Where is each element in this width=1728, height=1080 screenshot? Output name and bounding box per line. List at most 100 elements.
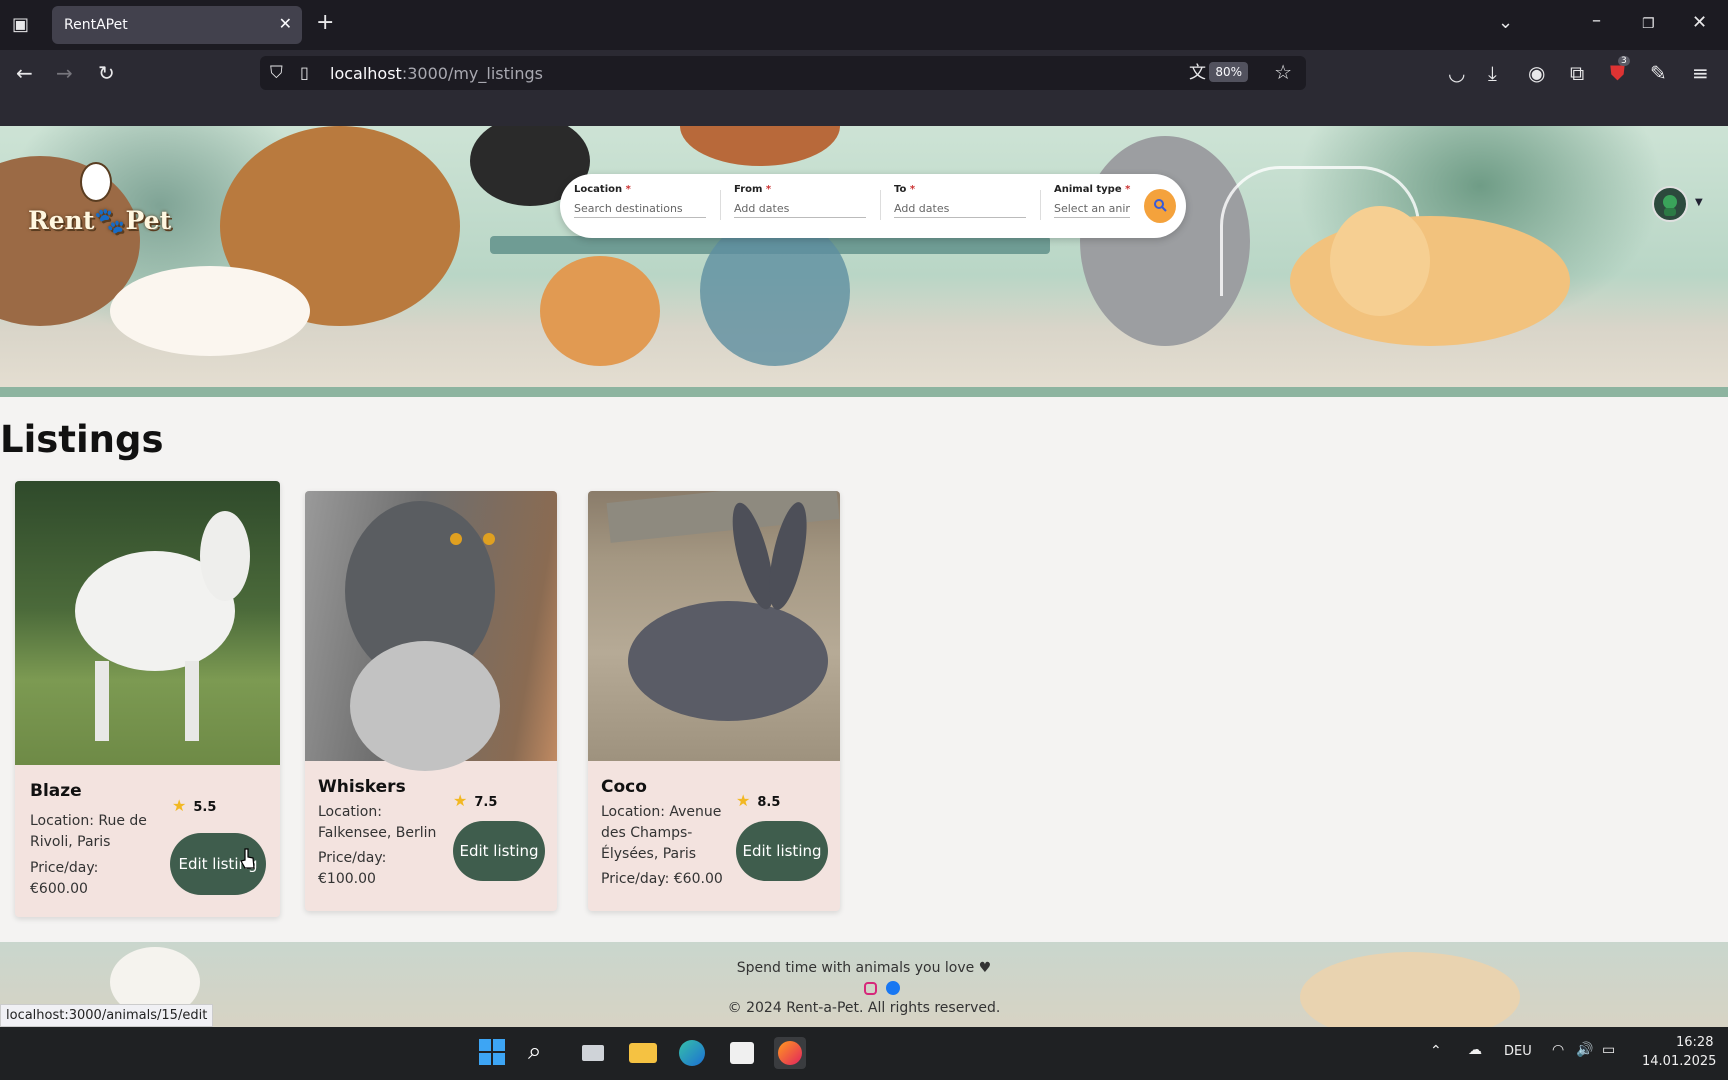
edit-listing-button[interactable]: Edit listing	[736, 821, 828, 881]
task-view-icon[interactable]	[578, 1037, 610, 1069]
back-icon[interactable]: ←	[16, 62, 33, 84]
listing-photo[interactable]	[305, 491, 557, 771]
location-label: Location	[574, 184, 623, 195]
hero-banner: Rent🐾Pet Location * From * To * Animal t…	[0, 126, 1728, 397]
rating-value: 8.5	[757, 795, 781, 810]
search-button[interactable]	[1144, 189, 1176, 223]
rating-value: 5.5	[193, 800, 217, 815]
to-date-input[interactable]	[894, 200, 1026, 218]
facebook-icon[interactable]	[886, 981, 901, 995]
close-window-icon[interactable]: ✕	[1692, 13, 1707, 33]
star-icon: ★	[736, 791, 751, 810]
search-icon	[1154, 198, 1167, 212]
listing-card: Whiskers ★ 7.5 Location: Falkensee, Berli…	[305, 491, 557, 911]
star-icon: ★	[453, 791, 468, 810]
downloads-icon[interactable]: ⤓	[1488, 62, 1497, 84]
listing-location: Location: Avenue des Champs-Élysées, Par…	[601, 804, 722, 862]
from-date-input[interactable]	[734, 200, 866, 218]
extensions-icon[interactable]: ⧉	[1570, 62, 1584, 84]
restore-window-icon[interactable]: ❐	[1642, 14, 1655, 34]
listing-photo[interactable]	[588, 491, 840, 761]
location-input[interactable]	[574, 200, 706, 218]
pocket-icon[interactable]: ◡	[1448, 62, 1465, 84]
start-icon[interactable]	[477, 1037, 509, 1069]
to-field: To *	[894, 184, 1026, 218]
search-taskbar-icon[interactable]: ⌕	[528, 1037, 560, 1069]
listing-rating: ★ 5.5	[172, 796, 216, 815]
listing-price: Price/day: €60.00	[601, 871, 723, 887]
reload-icon[interactable]: ↻	[98, 62, 115, 84]
listing-card: Coco ★ 8.5 Location: Avenue des Champs-Él…	[588, 491, 840, 911]
bookmark-star-icon[interactable]: ☆	[1274, 61, 1292, 83]
status-bar-url: localhost:3000/animals/15/edit	[0, 1004, 214, 1027]
extension-badge: 3	[1618, 56, 1630, 66]
onedrive-icon[interactable]: ☁	[1468, 1042, 1482, 1058]
logo-text: Rent🐾Pet	[28, 206, 172, 235]
forward-icon[interactable]: →	[56, 62, 73, 84]
url-bar[interactable]: ⛉ ▯ localhost:3000/my_listings 文 80% ☆	[260, 56, 1306, 90]
hero-cat-illustration	[110, 266, 310, 356]
avatar-icon	[1663, 195, 1677, 216]
divider	[720, 190, 721, 220]
hero-person-illustration	[680, 126, 840, 166]
listing-location: Location: Falkensee, Berlin	[318, 804, 437, 841]
chevron-down-icon[interactable]: ▼	[1695, 197, 1703, 208]
listing-price: Price/day: €600.00	[30, 860, 99, 897]
tray-expand-icon[interactable]: ⌃	[1430, 1043, 1442, 1059]
new-tab-icon[interactable]: +	[316, 12, 334, 34]
rabbit-shape	[628, 601, 828, 721]
browser-tab[interactable]: RentAPet ✕	[52, 6, 302, 44]
language-indicator[interactable]: DEU	[1504, 1044, 1532, 1059]
clock-date[interactable]: 14.01.2025	[1642, 1054, 1716, 1069]
minimize-icon[interactable]: –	[1592, 11, 1601, 31]
page-info-icon[interactable]: ▯	[300, 62, 309, 84]
translate-icon[interactable]: 文	[1189, 62, 1206, 84]
windows-taskbar: ⌕ ⌃ ☁ DEU ◠ 🔊 ▭ 16:28 14.01.2025	[0, 1027, 1728, 1080]
edit-listing-button[interactable]: Edit listing	[453, 821, 545, 881]
user-avatar[interactable]	[1652, 186, 1688, 222]
edge-icon[interactable]	[676, 1037, 708, 1069]
zoom-indicator[interactable]: 80%	[1209, 62, 1248, 82]
location-field: Location *	[574, 184, 706, 218]
social-links	[864, 980, 901, 999]
tab-title: RentAPet	[64, 17, 128, 33]
from-field: From *	[734, 184, 866, 218]
file-explorer-icon[interactable]	[627, 1037, 659, 1069]
horse-shape	[185, 661, 199, 741]
star-icon: ★	[172, 796, 187, 815]
browser-toolbar: ← → ↻ ⛉ ▯ localhost:3000/my_listings 文 8…	[0, 50, 1728, 126]
battery-icon[interactable]: ▭	[1602, 1042, 1615, 1058]
account-icon[interactable]: ◉	[1528, 62, 1545, 84]
page: Rent🐾Pet Location * From * To * Animal t…	[0, 126, 1728, 1027]
footer-copyright: © 2024 Rent-a-Pet. All rights reserved.	[727, 1000, 1001, 1016]
from-label: From	[734, 184, 763, 195]
site-logo[interactable]: Rent🐾Pet	[28, 156, 171, 236]
close-tab-icon[interactable]: ✕	[279, 14, 292, 33]
cat-eye	[450, 533, 462, 545]
firefox-icon[interactable]	[774, 1037, 806, 1069]
shield-icon[interactable]: ⛉	[270, 62, 283, 84]
clock-time[interactable]: 16:28	[1676, 1035, 1713, 1050]
animal-type-label: Animal type	[1054, 184, 1122, 195]
volume-icon[interactable]: 🔊	[1576, 1042, 1593, 1058]
wifi-icon[interactable]: ◠	[1552, 1042, 1564, 1058]
list-tabs-chevron-icon[interactable]: ⌄	[1498, 13, 1513, 33]
listing-rating: ★ 7.5	[453, 791, 497, 810]
url-text[interactable]: localhost:3000/my_listings	[330, 64, 543, 83]
divider	[1040, 190, 1041, 220]
store-icon[interactable]	[726, 1037, 758, 1069]
required-mark: *	[765, 184, 772, 195]
instagram-icon[interactable]	[864, 982, 877, 995]
hero-cat-illustration	[540, 256, 660, 366]
listing-photo[interactable]	[15, 481, 280, 765]
tab-manager-icon[interactable]: ▣	[12, 15, 29, 35]
animal-type-select[interactable]	[1054, 200, 1130, 218]
listing-rating: ★ 8.5	[736, 791, 780, 810]
listing-name: Coco	[601, 777, 647, 797]
hand-cursor-icon	[240, 848, 255, 869]
listing-name: Blaze	[30, 781, 82, 801]
hero-person-illustration	[700, 216, 850, 366]
hero-ground	[0, 387, 1728, 397]
pen-tool-icon[interactable]: ✎	[1650, 62, 1667, 84]
menu-icon[interactable]: ≡	[1692, 62, 1709, 84]
